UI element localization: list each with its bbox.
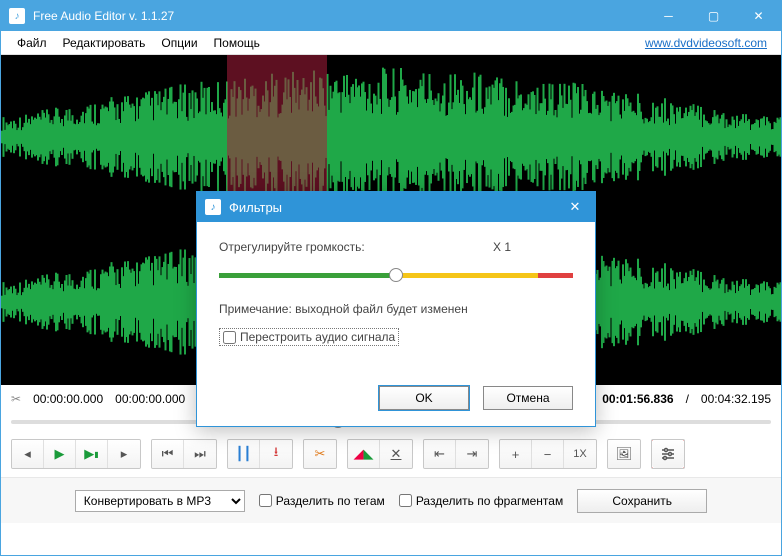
split-tags-label: Разделить по тегам [276, 494, 385, 508]
undo-button[interactable]: ◢◣ [348, 440, 380, 468]
sliders-icon [660, 446, 676, 462]
close-button[interactable]: ✕ [736, 1, 781, 31]
save-button[interactable]: Сохранить [577, 489, 707, 513]
menubar: Файл Редактировать Опции Помощь www.dvdv… [1, 31, 781, 55]
current-time: 00:01:56.836 [602, 392, 673, 406]
dialog-body: Отрегулируйте громкость: X 1 Примечание:… [197, 222, 595, 376]
dialog-buttons: OK Отмена [197, 376, 595, 426]
pause-marker-button[interactable]: ┃┃ [228, 440, 260, 468]
dialog-ok-button[interactable]: OK [379, 386, 469, 410]
volume-slider-thumb[interactable] [389, 268, 403, 282]
volume-slider-red [538, 273, 573, 278]
minimize-button[interactable]: ─ [646, 1, 691, 31]
rewind-button[interactable]: ⏮ [152, 440, 184, 468]
dialog-close-button[interactable]: ✕ [555, 192, 595, 222]
scissors-icon: ✂ [11, 392, 21, 406]
toolbar: ◂ ▶ ▶▮ ▸ ⏮ ⏭ ┃┃ ⭳ ✂ ◢◣ ✕ ⇤ ⇥ + − 1X 🖼 [1, 431, 781, 477]
convert-format-select[interactable]: Конвертировать в MP3 [75, 490, 245, 512]
rebuild-label: Перестроить аудио сигнала [240, 330, 395, 344]
playback-group: ◂ ▶ ▶▮ ▸ [11, 439, 141, 469]
zoom-level[interactable]: 1X [564, 440, 596, 468]
delete-button[interactable]: ✕ [380, 440, 412, 468]
zoom-out-button[interactable]: − [532, 440, 564, 468]
dialog-logo-icon: ♪ [205, 199, 221, 215]
split-fragments-input[interactable] [399, 494, 412, 507]
trim-group: ⇤ ⇥ [423, 439, 489, 469]
menu-help[interactable]: Помощь [206, 36, 268, 50]
split-fragments-checkbox[interactable]: Разделить по фрагментам [399, 494, 563, 508]
selection-start-time: 00:00:00.000 [33, 392, 103, 406]
dialog-title: Фильтры [229, 200, 555, 215]
menu-options[interactable]: Опции [153, 36, 205, 50]
trim-end-button[interactable]: ⇥ [456, 440, 488, 468]
volume-slider-yellow [396, 273, 538, 278]
play-selection-button[interactable]: ▶▮ [76, 440, 108, 468]
app-logo-icon: ♪ [9, 8, 25, 24]
settings-group [651, 439, 685, 469]
split-fragments-label: Разделить по фрагментам [416, 494, 563, 508]
marker-group: ┃┃ ⭳ [227, 439, 293, 469]
image-button[interactable]: 🖼 [608, 440, 640, 468]
menu-edit[interactable]: Редактировать [55, 36, 154, 50]
filters-dialog: ♪ Фильтры ✕ Отрегулируйте громкость: X 1… [196, 191, 596, 427]
filters-button[interactable] [652, 440, 684, 468]
split-tags-input[interactable] [259, 494, 272, 507]
play-button[interactable]: ▶ [44, 440, 76, 468]
menu-file[interactable]: Файл [9, 36, 55, 50]
zoom-in-button[interactable]: + [500, 440, 532, 468]
rebuild-input[interactable] [223, 331, 236, 344]
rebuild-checkbox[interactable]: Перестроить аудио сигнала [219, 328, 399, 346]
prev-button[interactable]: ◂ [12, 440, 44, 468]
record-marker-button[interactable]: ⭳ [260, 440, 292, 468]
volume-slider[interactable] [219, 266, 573, 284]
bottom-bar: Конвертировать в MP3 Разделить по тегам … [1, 477, 781, 523]
forward-button[interactable]: ⏭ [184, 440, 216, 468]
dialog-cancel-button[interactable]: Отмена [483, 386, 573, 410]
cut-button[interactable]: ✂ [304, 440, 336, 468]
next-button[interactable]: ▸ [108, 440, 140, 468]
seek-group: ⏮ ⏭ [151, 439, 217, 469]
website-link[interactable]: www.dvdvideosoft.com [645, 36, 773, 50]
maximize-button[interactable]: ▢ [691, 1, 736, 31]
volume-value: X 1 [493, 240, 573, 254]
zoom-group: + − 1X [499, 439, 597, 469]
titlebar: ♪ Free Audio Editor v. 1.1.27 ─ ▢ ✕ [1, 1, 781, 31]
edit-group: ◢◣ ✕ [347, 439, 413, 469]
volume-slider-green [219, 273, 396, 278]
split-tags-checkbox[interactable]: Разделить по тегам [259, 494, 385, 508]
selection-end-time: 00:00:00.000 [115, 392, 185, 406]
cut-group: ✂ [303, 439, 337, 469]
trim-start-button[interactable]: ⇤ [424, 440, 456, 468]
volume-label: Отрегулируйте громкость: [219, 240, 493, 254]
dialog-titlebar[interactable]: ♪ Фильтры ✕ [197, 192, 595, 222]
window-title: Free Audio Editor v. 1.1.27 [33, 9, 646, 23]
time-separator: / [686, 392, 689, 406]
dialog-note: Примечание: выходной файл будет изменен [219, 302, 573, 316]
total-time: 00:04:32.195 [701, 392, 771, 406]
image-group: 🖼 [607, 439, 641, 469]
